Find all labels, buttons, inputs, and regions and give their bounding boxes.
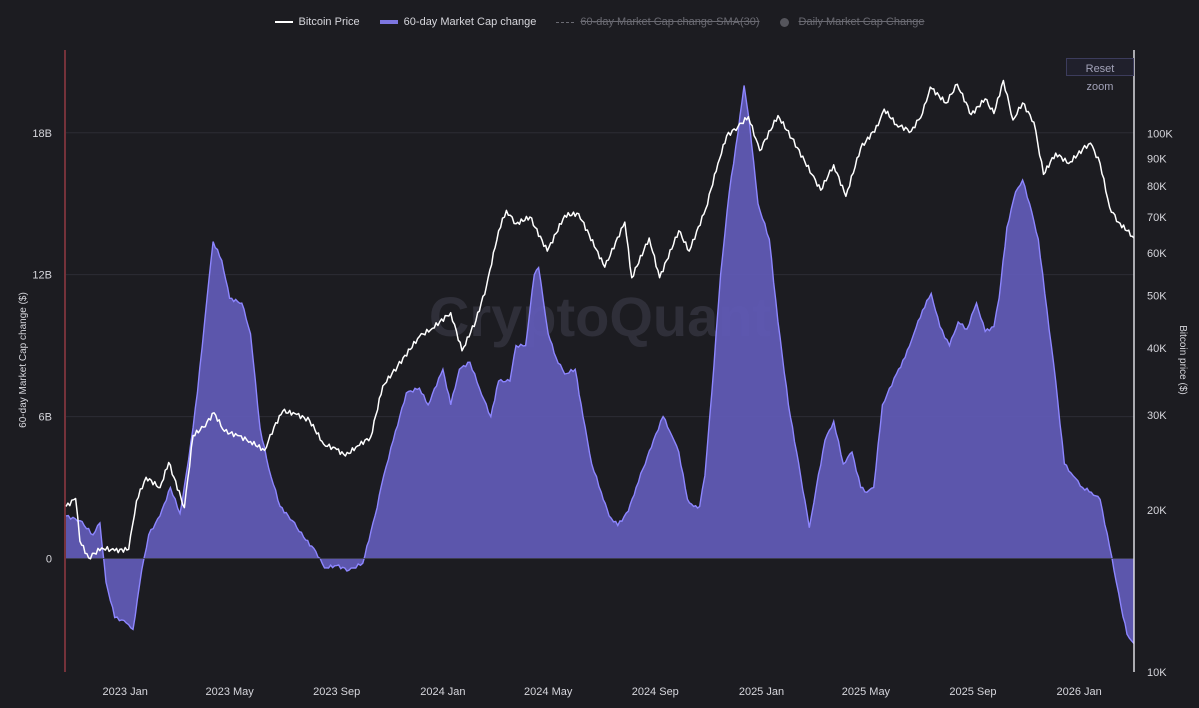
left-tick-label: 18B bbox=[32, 128, 52, 140]
left-tick-label: 6B bbox=[39, 412, 52, 424]
right-tick-label: 40K bbox=[1147, 343, 1167, 355]
x-tick-label: 2025 Jan bbox=[739, 686, 784, 698]
market-cap-area bbox=[65, 85, 1135, 645]
x-axis-ticks: 2023 Jan 2023 May 2023 Sep 2024 Jan 2024 May… bbox=[103, 686, 1102, 698]
right-tick-label: 90K bbox=[1147, 153, 1167, 165]
left-tick-label: 12B bbox=[32, 270, 52, 282]
chart-container: Bitcoin Price 60-day Market Cap change 6… bbox=[0, 0, 1199, 708]
right-tick-label: 70K bbox=[1147, 212, 1167, 224]
left-axis-label: 60-day Market Cap change ($) bbox=[18, 292, 29, 428]
plot-area[interactable]: CryptoQuant 06B12B18B 10K20K30K40K50K60K… bbox=[0, 0, 1199, 708]
x-tick-label: 2025 Sep bbox=[949, 686, 996, 698]
x-tick-label: 2023 Sep bbox=[313, 686, 360, 698]
x-tick-label: 2026 Jan bbox=[1057, 686, 1102, 698]
right-tick-label: 30K bbox=[1147, 410, 1167, 422]
right-tick-label: 10K bbox=[1147, 667, 1167, 679]
x-tick-label: 2025 May bbox=[842, 686, 891, 698]
right-tick-label: 50K bbox=[1147, 291, 1167, 303]
right-axis-label: Bitcoin price ($) bbox=[1177, 325, 1188, 394]
right-tick-label: 60K bbox=[1147, 248, 1167, 260]
x-tick-label: 2024 Sep bbox=[632, 686, 679, 698]
right-axis-ticks: 10K 20K 30K 40K 50K 60K 70K 80K 90K 100K bbox=[1147, 129, 1173, 679]
x-tick-label: 2024 May bbox=[524, 686, 573, 698]
right-tick-label: 20K bbox=[1147, 505, 1167, 517]
x-tick-label: 2023 Jan bbox=[103, 686, 148, 698]
right-tick-label: 80K bbox=[1147, 181, 1167, 193]
left-tick-label: 0 bbox=[46, 553, 52, 565]
x-tick-label: 2023 May bbox=[205, 686, 254, 698]
left-axis-ticks: 0 6B 12B 18B bbox=[32, 128, 52, 566]
x-tick-label: 2024 Jan bbox=[420, 686, 465, 698]
right-tick-label: 100K bbox=[1147, 129, 1173, 141]
area-fill bbox=[66, 85, 1134, 644]
reset-zoom-button[interactable]: Reset zoom bbox=[1066, 58, 1134, 93]
